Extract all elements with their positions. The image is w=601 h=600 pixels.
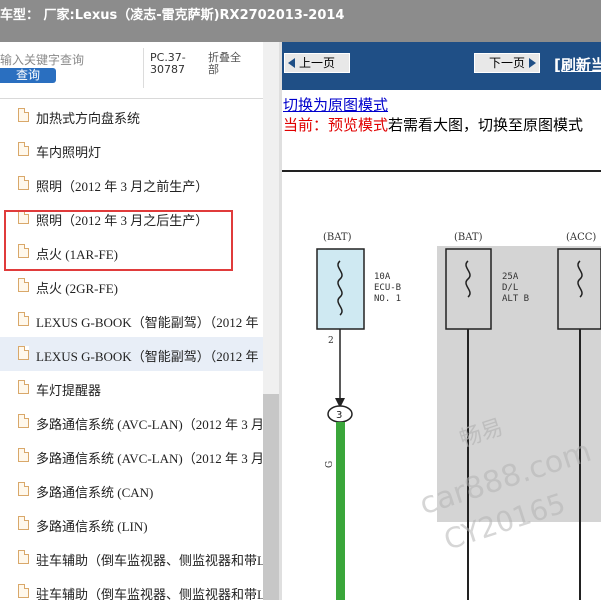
list-item-label: 多路通信系统 (AVC-LAN)（2012 年 3 月: [36, 451, 263, 466]
connector-number: 3: [336, 410, 342, 421]
document-icon: [18, 176, 29, 190]
switch-original-link[interactable]: 切换为原图模式: [283, 94, 388, 115]
preview-status: 当前：预览模式若需看大图，切换至原图模式: [283, 114, 583, 135]
list-item-label: 驻车辅助（倒车监视器、侧监视器和带L: [36, 553, 263, 568]
list-item[interactable]: 多路通信系统 (CAN): [0, 473, 263, 507]
document-icon: [18, 550, 29, 564]
document-icon: [18, 312, 29, 326]
fuse1-rating: 10A: [374, 272, 391, 282]
list-item[interactable]: 驻车辅助（倒车监视器、侧监视器和带L: [0, 541, 263, 575]
document-icon: [18, 516, 29, 530]
list-item-selected[interactable]: LEXUS G-BOOK（智能副驾）（2012 年: [0, 337, 263, 371]
search-button[interactable]: 查询: [0, 68, 56, 83]
next-page-button[interactable]: 下一页: [474, 53, 540, 73]
list-item[interactable]: 照明（2012 年 3 月之前生产）: [0, 167, 263, 201]
search-input[interactable]: [0, 51, 140, 69]
title-bar: 车型： 厂家:Lexus（凌志-雷克萨斯)RX2702013-2014: [0, 0, 601, 42]
viewer-nav-bar: 上一页 下一页 [刷新当: [282, 42, 601, 90]
scrollbar-thumb[interactable]: [263, 394, 279, 600]
divider: [143, 48, 144, 88]
fuse2-name: D/L: [502, 283, 518, 293]
list-item[interactable]: 加热式方向盘系统: [0, 99, 263, 133]
tree-panel: 查询 PC.37-30787 折叠全部 加热式方向盘系统 车内照明灯 照明（20…: [0, 42, 279, 600]
acc-label: (ACC): [566, 232, 596, 243]
list-item[interactable]: 多路通信系统 (AVC-LAN)（2012 年 3 月: [0, 439, 263, 473]
list-item-label: 驻车辅助（倒车监视器、侧监视器和带L: [36, 587, 263, 600]
viewer-panel: 上一页 下一页 [刷新当 切换为原图模式 当前：预览模式若需看大图，切换至原图模…: [282, 42, 601, 600]
document-icon: [18, 380, 29, 394]
status-hint: 若需看大图，切换至原图模式: [388, 116, 584, 134]
wiring-diagram: (BAT) (BAT) (ACC) 10A ECU-B NO. 1 25A D/…: [316, 232, 601, 600]
bat-label-2: (BAT): [454, 232, 483, 243]
list-item[interactable]: 点火 (2GR-FE): [0, 269, 263, 303]
fuse2-alt: ALT B: [502, 294, 529, 304]
document-icon: [18, 414, 29, 428]
document-icon: [18, 278, 29, 292]
list-item-label: 加热式方向盘系统: [36, 111, 141, 126]
highlight-box: [4, 210, 233, 271]
bat-label-1: (BAT): [323, 232, 352, 243]
prev-page-label: 上一页: [298, 56, 335, 70]
wire-green: [336, 422, 345, 600]
fuse1-number: NO. 1: [374, 294, 401, 304]
list-item[interactable]: 车内照明灯: [0, 133, 263, 167]
arrow-right-icon: [529, 58, 536, 68]
list-item[interactable]: 车灯提醒器: [0, 371, 263, 405]
document-icon: [18, 142, 29, 156]
search-row: 查询 PC.37-30787 折叠全部: [0, 42, 279, 99]
list-item-label: 多路通信系统 (AVC-LAN)（2012 年 3 月: [36, 417, 263, 432]
collapse-all-button[interactable]: 折叠全部: [208, 52, 250, 76]
list-item-label: 车内照明灯: [36, 145, 102, 160]
list-item-label: 多路通信系统 (LIN): [36, 519, 148, 534]
window-title: 车型： 厂家:Lexus（凌志-雷克萨斯)RX2702013-2014: [0, 8, 345, 23]
next-page-label: 下一页: [488, 56, 525, 70]
status-mode: 当前：预览模式: [283, 116, 389, 134]
list-item-label: 车灯提醒器: [36, 383, 102, 398]
document-icon: [18, 584, 29, 598]
document-icon: [18, 482, 29, 496]
document-icon: [18, 346, 29, 360]
fuse1-name: ECU-B: [374, 283, 401, 293]
prev-page-button[interactable]: 上一页: [284, 53, 350, 73]
list-item-label: 照明（2012 年 3 月之前生产）: [36, 179, 209, 194]
tree-list: 加热式方向盘系统 车内照明灯 照明（2012 年 3 月之前生产） 照明（201…: [0, 99, 263, 600]
list-item-label: LEXUS G-BOOK（智能副驾）（2012 年: [36, 315, 259, 330]
arrow-left-icon: [288, 58, 295, 68]
fuse2-rating: 25A: [502, 272, 519, 282]
list-item[interactable]: 驻车辅助（倒车监视器、侧监视器和带L: [0, 575, 263, 600]
refresh-link[interactable]: [刷新当: [554, 54, 601, 75]
list-item[interactable]: 多路通信系统 (LIN): [0, 507, 263, 541]
document-icon: [18, 448, 29, 462]
list-item-label: 点火 (2GR-FE): [36, 281, 118, 296]
pc-code: PC.37-30787: [150, 51, 186, 76]
list-item-label: 多路通信系统 (CAN): [36, 485, 154, 500]
document-icon: [18, 108, 29, 122]
list-item[interactable]: 多路通信系统 (AVC-LAN)（2012 年 3 月: [0, 405, 263, 439]
pin-number: 2: [328, 336, 334, 346]
list-item-label: LEXUS G-BOOK（智能副驾）（2012 年: [36, 349, 259, 364]
list-item[interactable]: LEXUS G-BOOK（智能副驾）（2012 年: [0, 303, 263, 337]
wire-color-label: G: [325, 461, 335, 468]
